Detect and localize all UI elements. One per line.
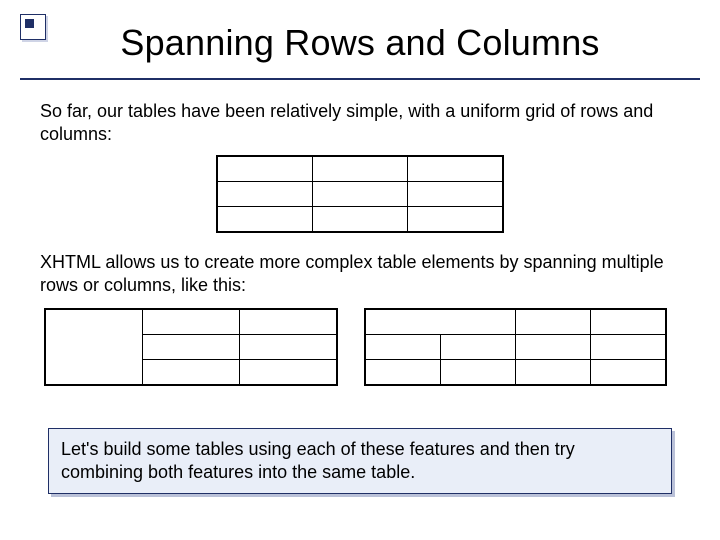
table-colspan-example bbox=[364, 308, 667, 386]
paragraph-2: XHTML allows us to create more complex t… bbox=[40, 251, 680, 296]
slide-title: Spanning Rows and Columns bbox=[0, 22, 720, 64]
paragraph-1: So far, our tables have been relatively … bbox=[40, 100, 680, 145]
table-uniform-grid bbox=[216, 155, 504, 233]
callout-box: Let's build some tables using each of th… bbox=[48, 428, 672, 494]
title-rule bbox=[20, 78, 700, 80]
table-rowspan-example bbox=[44, 308, 338, 386]
